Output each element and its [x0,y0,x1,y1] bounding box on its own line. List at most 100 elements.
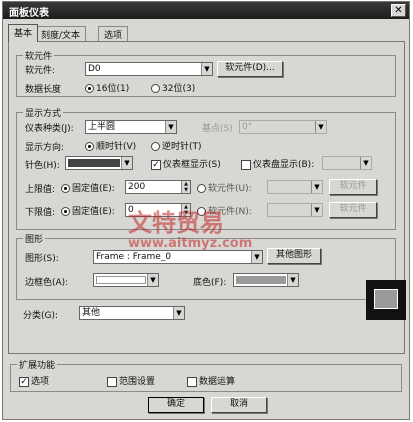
range-setting-checkbox[interactable]: 范围设置 [107,374,155,387]
chevron-down-icon: ▼ [311,204,322,216]
lower-value-input[interactable]: 0 ▲ ▼ [125,203,191,217]
cancel-button[interactable]: 取消 [211,397,267,413]
data-length-label: 数据长度 [25,85,62,95]
radio-clockwise-label: 顺时针(V) [96,142,137,152]
option-checkbox[interactable]: ✓ 选项 [19,374,49,387]
bg-color-select[interactable]: ▼ [233,273,299,287]
frame-show-checkbox[interactable]: ✓ 仪表框显示(S) [151,157,221,170]
element-value: D0 [88,64,101,74]
radio-16bit-indicator[interactable] [85,84,94,93]
base-select: 0° ▼ [239,120,327,134]
figure-label: 图形(S): [25,254,59,264]
element-select[interactable]: D0 ▼ [85,62,213,76]
radio-counterclockwise[interactable]: 逆时针(T) [151,139,202,152]
upper-element-label: 软元件(U): [208,184,252,194]
border-color-label: 边框色(A): [25,278,69,288]
lower-element-radio-indicator[interactable] [197,207,206,216]
close-icon[interactable]: ✕ [391,4,406,17]
chevron-down-icon[interactable]: ▼ [287,274,298,286]
lower-element-select: ▼ [267,203,323,217]
frame-show-label: 仪表框显示(S) [163,160,221,170]
tab-scale-text[interactable]: 刻度/文本 [35,26,87,41]
base-label: 基点(S) [202,124,233,134]
dialog-window: 面板仪表 ✕ 基本 刻度/文本 选项 软元件 软元件: D0 ▼ 软元件(D).… [2,1,410,420]
radio-16bit[interactable]: 16位(1) [85,81,129,94]
chevron-down-icon[interactable]: ▼ [251,251,262,263]
radio-16bit-label: 16位(1) [96,84,130,94]
range-setting-label: 范围设置 [119,377,156,387]
data-operation-check-box[interactable] [187,376,197,387]
upper-element-radio-indicator[interactable] [197,184,206,193]
panel-show-label: 仪表盘显示(B): [253,160,315,170]
ok-button[interactable]: 确定 [148,397,204,413]
element-browse-button[interactable]: 软元件(D)... [217,61,283,77]
lower-element-button: 软元件 [329,202,377,218]
upper-fixed-radio-indicator[interactable] [61,184,70,193]
tab-basic[interactable]: 基本 [8,24,39,42]
range-setting-check-box[interactable] [107,376,117,387]
soft-element-legend: 软元件 [23,49,55,62]
lower-element-radio[interactable]: 软元件(N): [197,204,252,217]
chevron-down-icon: ▼ [360,157,371,169]
lower-fixed-radio-indicator[interactable] [61,207,70,216]
spin-arrows-icon[interactable]: ▲ ▼ [181,204,190,216]
direction-label: 显示方向: [25,143,65,153]
bg-color-swatch [236,276,286,284]
lower-value: 0 [128,205,134,215]
display-legend: 显示方式 [23,106,64,119]
gauge-preview [366,280,406,320]
chevron-down-icon[interactable]: ▼ [201,63,212,75]
chevron-down-icon[interactable]: ▼ [121,157,132,169]
category-value: 其他 [82,308,101,318]
category-select[interactable]: 其他 ▼ [79,306,185,320]
display-group: 显示方式 仪表种类(J): 上半圆 ▼ 基点(S) 0° ▼ 显示方向: 顺时针… [16,106,396,230]
window-title: 面板仪表 [9,8,49,19]
needle-color-swatch [68,159,120,167]
radio-32bit[interactable]: 32位(3) [151,81,195,94]
upper-fixed-label: 固定值(E): [72,184,115,194]
upper-fixed-radio[interactable]: 固定值(E): [61,181,115,194]
title-bar: 面板仪表 ✕ [3,2,409,19]
chevron-down-icon[interactable]: ▼ [165,121,176,133]
panel-show-check-box[interactable] [241,159,251,170]
radio-clockwise[interactable]: 顺时针(V) [85,139,136,152]
other-figure-button[interactable]: 其他图形 [267,248,321,264]
tab-panel: 软元件 软元件: D0 ▼ 软元件(D)... 数据长度 16位(1) 32位(… [8,41,406,354]
figure-select[interactable]: Frame : Frame_0 ▼ [93,250,263,264]
chevron-down-icon: ▼ [311,181,322,193]
base-value: 0° [242,122,253,132]
bg-color-label: 底色(F): [193,278,227,288]
lower-limit-label: 下限值: [25,208,56,218]
type-select[interactable]: 上半圆 ▼ [85,120,177,134]
needle-color-select[interactable]: ▼ [65,156,133,170]
radio-32bit-label: 32位(3) [162,84,196,94]
border-color-swatch [96,276,146,284]
radio-clockwise-indicator[interactable] [85,142,94,151]
upper-value-input[interactable]: 200 ▲ ▼ [125,180,191,194]
lower-element-label: 软元件(N): [208,207,252,217]
data-operation-checkbox[interactable]: 数据运算 [187,374,235,387]
radio-32bit-indicator[interactable] [151,84,160,93]
chevron-down-icon: ▼ [315,121,326,133]
type-label: 仪表种类(J): [25,124,74,134]
category-label: 分类(G): [23,311,59,321]
figure-group: 图形 图形(S): Frame : Frame_0 ▼ 其他图形 边框色(A):… [16,232,396,300]
radio-counterclockwise-label: 逆时针(T) [162,142,202,152]
panel-show-checkbox[interactable]: 仪表盘显示(B): [241,157,314,170]
lower-fixed-label: 固定值(E): [72,207,115,217]
option-check-icon[interactable]: ✓ [19,376,29,387]
option-checkbox-label: 选项 [31,377,50,387]
frame-show-check-icon[interactable]: ✓ [151,159,161,170]
radio-counterclockwise-indicator[interactable] [151,142,160,151]
chevron-down-icon[interactable]: ▼ [173,307,184,319]
lower-fixed-radio[interactable]: 固定值(E): [61,204,115,217]
tab-options[interactable]: 选项 [98,26,129,41]
border-color-select[interactable]: ▼ [93,273,159,287]
spin-arrows-icon[interactable]: ▲ ▼ [181,181,190,193]
element-label: 软元件: [25,66,56,76]
extension-group: 扩展功能 ✓ 选项 范围设置 数据运算 [10,358,402,392]
figure-legend: 图形 [23,232,46,245]
data-operation-label: 数据运算 [199,377,236,387]
upper-element-radio[interactable]: 软元件(U): [197,181,252,194]
chevron-down-icon[interactable]: ▼ [147,274,158,286]
